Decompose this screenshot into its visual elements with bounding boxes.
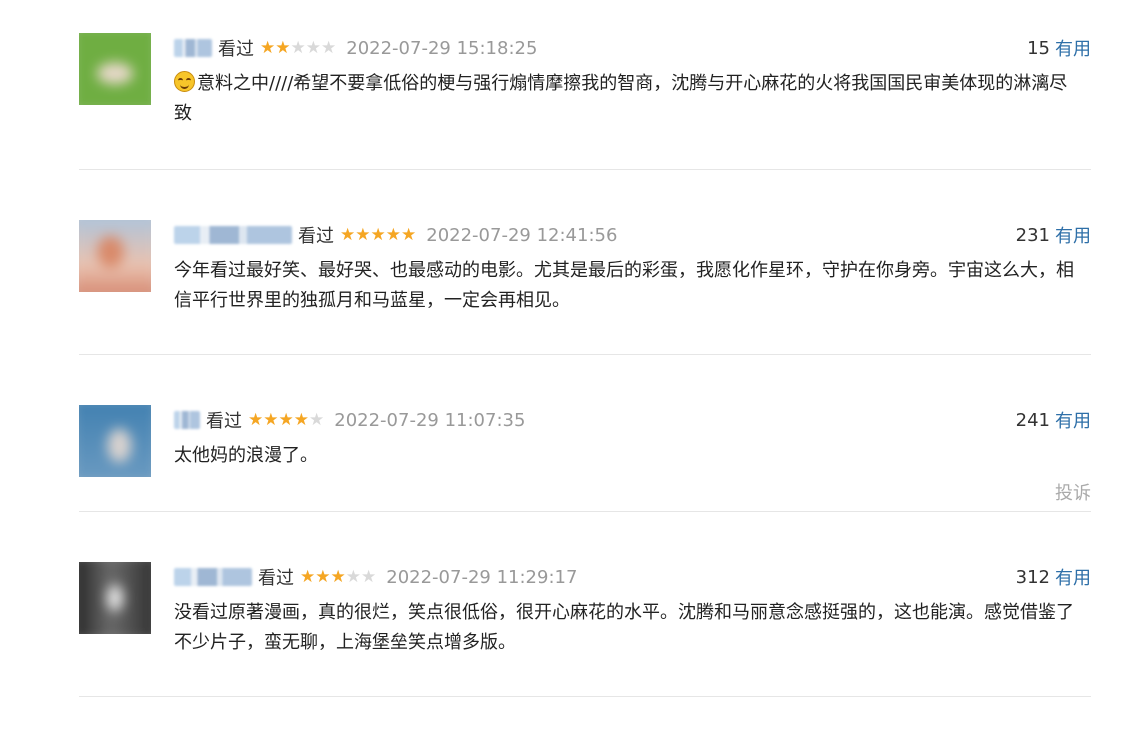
useful-vote[interactable]: 15 有用 [1027,35,1091,61]
review-item: 看过 ★ ★ ★ ★ ★ 2022-07-29 11:29:17 312 有用 … [79,562,1091,696]
useful-count: 312 [1015,566,1050,588]
star-icon: ★ [345,566,361,587]
star-icon: ★ [300,566,316,587]
useful-count: 231 [1015,224,1050,246]
useful-count: 15 [1027,37,1050,59]
divider [79,696,1091,697]
star-icon: ★ [260,37,276,58]
review-header: 看过 ★ ★ ★ ★ ★ 2022-07-29 11:07:35 [174,407,525,433]
star-icon: ★ [330,566,346,587]
review-header: 看过 ★ ★ ★ ★ ★ 2022-07-29 11:29:17 [174,564,577,590]
review-content: 没看过原著漫画，真的很烂，笑点很低俗，很开心麻花的水平。沈腾和马丽意念感挺强的，… [174,598,1084,658]
star-icon: ★ [293,409,309,430]
report-button[interactable]: 投诉 [1055,479,1091,505]
review-text: 意料之中////希望不要拿低俗的梗与强行煽情摩擦我的智商，沈腾与开心麻花的火将我… [174,73,1068,124]
review-content: 今年看过最好笑、最好哭、也最感动的电影。尤其是最后的彩蛋，我愿化作星环，守护在你… [174,256,1084,316]
star-icon: ★ [370,224,386,245]
divider [79,354,1091,355]
review-header: 看过 ★ ★ ★ ★ ★ 2022-07-29 15:18:25 [174,35,537,61]
useful-button[interactable]: 有用 [1055,564,1091,590]
avatar[interactable] [79,405,151,477]
useful-button[interactable]: 有用 [1055,35,1091,61]
review-content: 太他妈的浪漫了。 [174,441,1084,471]
review-item: 看过 ★ ★ ★ ★ ★ 2022-07-29 15:18:25 15 有用 意… [79,33,1091,170]
review-content: 意料之中////希望不要拿低俗的梗与强行煽情摩擦我的智商，沈腾与开心麻花的火将我… [174,69,1084,129]
useful-count: 241 [1015,409,1050,431]
username[interactable] [174,411,200,429]
avatar[interactable] [79,562,151,634]
divider [79,511,1091,512]
star-icon: ★ [275,37,291,58]
avatar[interactable] [79,33,151,105]
star-icon: ★ [248,409,264,430]
username[interactable] [174,39,212,57]
review-text: 没看过原著漫画，真的很烂，笑点很低俗，很开心麻花的水平。沈腾和马丽意念感挺强的，… [174,602,1074,653]
rating-stars: ★ ★ ★ ★ ★ [300,566,377,587]
star-icon: ★ [305,37,321,58]
star-icon: ★ [263,409,279,430]
star-icon: ★ [340,224,356,245]
username[interactable] [174,568,252,586]
star-icon: ★ [321,37,337,58]
rating-stars: ★ ★ ★ ★ ★ [260,37,337,58]
useful-button[interactable]: 有用 [1055,407,1091,433]
useful-vote[interactable]: 231 有用 [1016,222,1091,248]
star-icon: ★ [401,224,417,245]
review-item: 看过 ★ ★ ★ ★ ★ 2022-07-29 12:41:56 231 有用 … [79,220,1091,354]
review-time: 2022-07-29 15:18:25 [346,37,538,59]
watched-label: 看过 [298,226,334,247]
rating-stars: ★ ★ ★ ★ ★ [340,224,417,245]
review-header: 看过 ★ ★ ★ ★ ★ 2022-07-29 12:41:56 [174,222,617,248]
review-time: 2022-07-29 12:41:56 [426,224,618,246]
star-icon: ★ [309,409,325,430]
star-icon: ★ [355,224,371,245]
star-icon: ★ [315,566,331,587]
review-text: 今年看过最好笑、最好哭、也最感动的电影。尤其是最后的彩蛋，我愿化作星环，守护在你… [174,260,1074,311]
review-time: 2022-07-29 11:07:35 [334,409,526,431]
star-icon: ★ [290,37,306,58]
divider [79,169,1091,170]
smiling-face-icon [174,71,195,92]
review-time: 2022-07-29 11:29:17 [386,566,578,588]
star-icon: ★ [361,566,377,587]
star-icon: ★ [278,409,294,430]
useful-vote[interactable]: 241 有用 [1016,407,1091,433]
useful-vote[interactable]: 312 有用 [1016,564,1091,590]
review-text: 太他妈的浪漫了。 [174,445,318,466]
review-item: 看过 ★ ★ ★ ★ ★ 2022-07-29 11:07:35 241 有用 … [79,405,1091,512]
watched-label: 看过 [206,411,242,432]
username[interactable] [174,226,292,244]
useful-button[interactable]: 有用 [1055,222,1091,248]
rating-stars: ★ ★ ★ ★ ★ [248,409,325,430]
star-icon: ★ [385,224,401,245]
watched-label: 看过 [258,568,294,589]
watched-label: 看过 [218,39,254,60]
avatar[interactable] [79,220,151,292]
